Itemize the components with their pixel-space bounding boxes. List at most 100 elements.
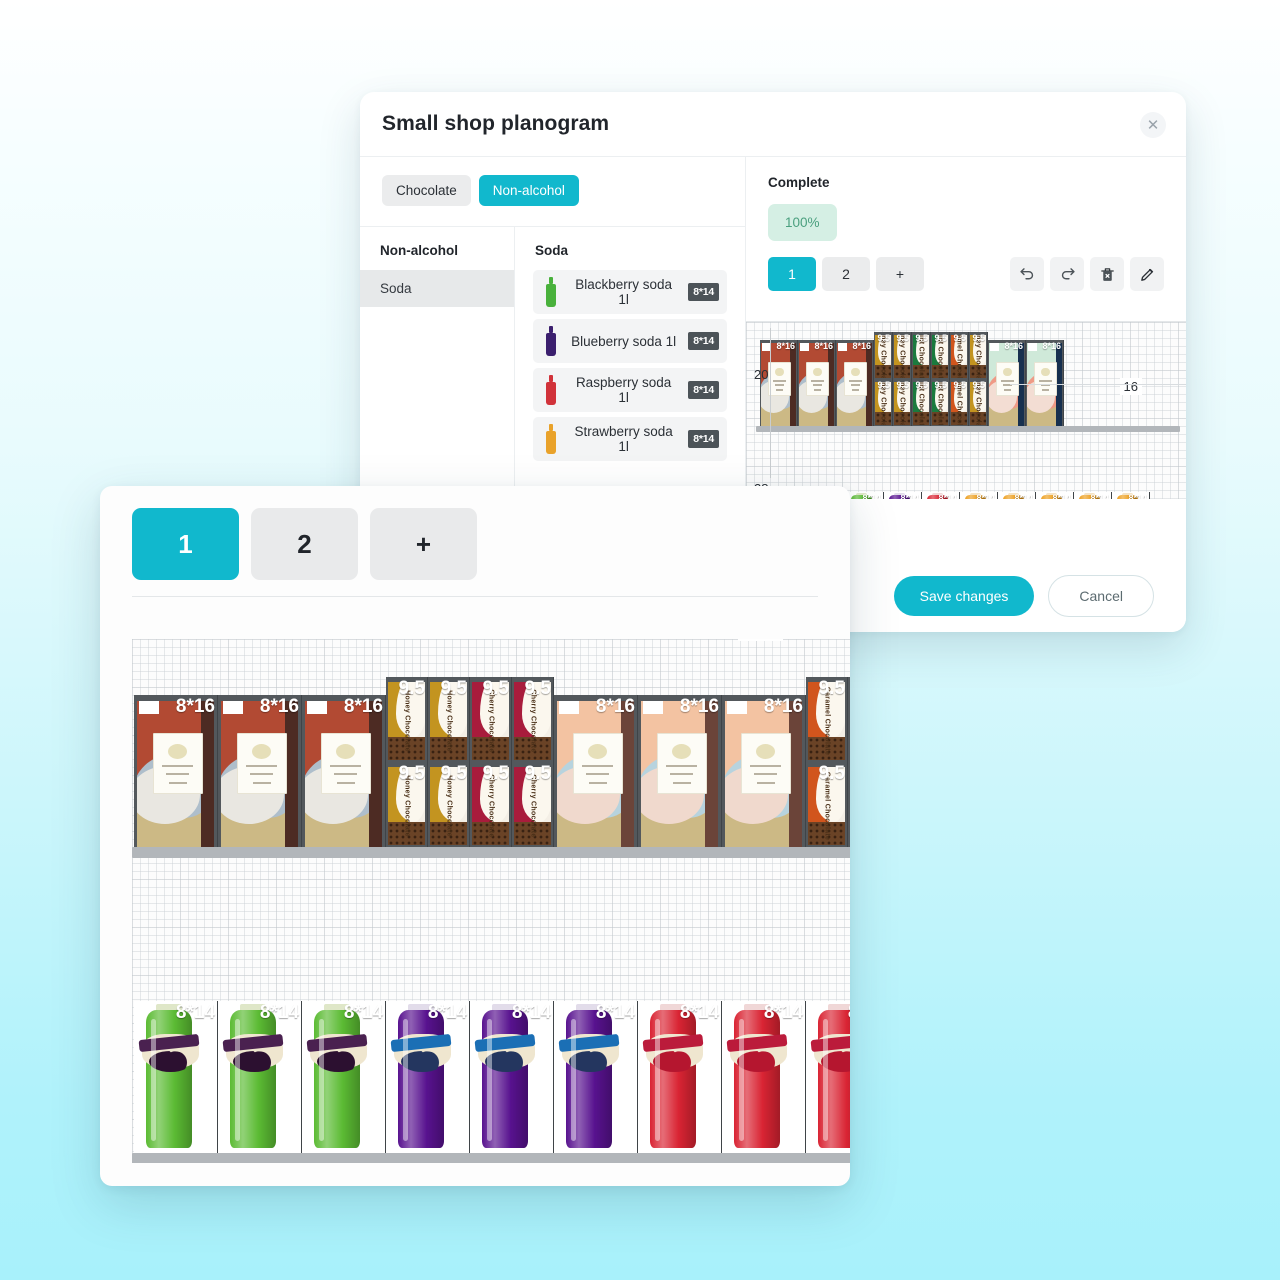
product-name: Blackberry soda 1l <box>575 277 672 307</box>
planogram-facing[interactable]: 9.5Caramel Chocolate <box>806 762 848 847</box>
planogram-facing[interactable]: 9.5 Honey Chocolate <box>893 332 912 379</box>
planogram-facing[interactable]: 8*14 <box>960 492 998 499</box>
bottle-icon <box>543 424 559 454</box>
planogram-canvas[interactable]: 1208*168*168*169.5Honey Chocolate9.5Hone… <box>132 639 850 1163</box>
list-item[interactable]: Blackberry soda 1l 8*14 <box>533 270 727 314</box>
planogram-facing[interactable]: 8*14 <box>722 1001 806 1153</box>
planogram-facing[interactable]: 8*14 <box>554 1001 638 1153</box>
planogram-facing[interactable]: 9.5 Honey Chocolate <box>428 677 470 762</box>
planogram-facing[interactable]: 9.5Caramel Chocolate <box>806 677 848 762</box>
editor-shelf-tab-add[interactable]: + <box>370 508 477 580</box>
bottle-icon <box>543 375 559 405</box>
tab-non-alcohol[interactable]: Non-alcohol <box>478 175 579 206</box>
planogram-facing[interactable]: 9.5 Cherry Chocolate <box>512 677 554 762</box>
redo-icon[interactable] <box>1050 257 1084 291</box>
planogram-facing[interactable]: 9.5 Honey Chocolate <box>874 332 893 379</box>
planogram-facing[interactable]: 8*14 <box>218 1001 302 1153</box>
planogram-facing[interactable]: 9.5Caramel Chocolate <box>950 379 969 426</box>
planogram-facing[interactable]: 9.5 Mint Chocolate <box>931 379 950 426</box>
planogram-facing[interactable]: 8*16 <box>638 695 722 847</box>
planogram-facing[interactable]: 8*14 <box>846 492 884 499</box>
planogram-facing[interactable]: 8*16 <box>988 340 1026 426</box>
shelf-tab-add[interactable]: + <box>876 257 924 291</box>
save-button[interactable]: Save changes <box>893 576 1035 616</box>
delete-icon[interactable] <box>1090 257 1124 291</box>
editor-shelf-tab-2[interactable]: 2 <box>251 508 358 580</box>
mini-planogram-canvas[interactable]: 8*16 8*16 8*16 9.5 Honey Chocolate 9.5 Honey C… <box>746 321 1186 499</box>
shelf-board <box>132 847 850 858</box>
shelf-tab-2[interactable]: 2 <box>822 257 870 291</box>
planogram-facing[interactable]: 9.5 Cherry Chocolate <box>470 762 512 847</box>
planogram-facing[interactable]: 8*14 <box>884 492 922 499</box>
edit-icon[interactable] <box>1130 257 1164 291</box>
planogram-facing[interactable]: 8*14 <box>386 1001 470 1153</box>
planogram-facing[interactable]: 8*14 <box>922 492 960 499</box>
product-artwork <box>641 701 718 847</box>
planogram-facing[interactable]: 9.5 Mint Chocolate <box>931 332 950 379</box>
planogram-facing[interactable]: 9.5 Honey Chocolate <box>386 762 428 847</box>
planogram-facing[interactable]: 9.5 Honey Chocolate <box>386 677 428 762</box>
planogram-facing[interactable]: 8*14 <box>1074 492 1112 499</box>
bottle-icon <box>543 277 559 307</box>
planogram-facing[interactable]: 8*16 <box>218 695 302 847</box>
product-artwork <box>761 343 796 426</box>
planogram-facing[interactable]: 8*16 <box>760 340 798 426</box>
tab-chocolate[interactable]: Chocolate <box>382 175 471 206</box>
planogram-facing[interactable]: 8*16 <box>554 695 638 847</box>
sidebar-item-soda[interactable]: Soda <box>360 270 514 307</box>
product-name: Strawberry soda 1l <box>574 424 673 454</box>
product-column-header: Soda <box>535 243 569 258</box>
planogram-facing[interactable]: 8*14 <box>998 492 1036 499</box>
editor-tools <box>1010 257 1164 291</box>
planogram-facing[interactable]: 9.5 Honey Chocolate <box>874 379 893 426</box>
product-name: Raspberry soda 1l <box>575 375 672 405</box>
planogram-editor-panel: 1 2 + 1208*168*168*169.5Honey Chocolate9… <box>100 486 850 1186</box>
planogram-facing[interactable]: 9.5 Honey Chocolate <box>893 379 912 426</box>
editor-shelf-tab-1[interactable]: 1 <box>132 508 239 580</box>
list-item[interactable]: Strawberry soda 1l 8*14 <box>533 417 727 461</box>
planogram-facing[interactable]: 9.5Caramel Chocolate <box>848 762 850 847</box>
list-item[interactable]: Raspberry soda 1l 8*14 <box>533 368 727 412</box>
list-item[interactable]: Blueberry soda 1l 8*14 <box>533 319 727 363</box>
planogram-facing[interactable]: 8*16 <box>302 695 386 847</box>
planogram-facing[interactable]: 9.5 Cherry Chocolate <box>470 677 512 762</box>
cancel-button[interactable]: Cancel <box>1048 575 1154 617</box>
mini-dimension-right-label: 16 <box>1119 378 1142 395</box>
planogram-canvas-wrap: 1208*168*168*169.5Honey Chocolate9.5Hone… <box>100 597 850 1177</box>
product-artwork <box>837 343 872 426</box>
planogram-facing[interactable]: 8*14 <box>1112 492 1150 499</box>
status-badge: 100% <box>768 204 837 241</box>
planogram-facing[interactable]: 9.5 Mint Chocolate <box>912 332 931 379</box>
planogram-facing[interactable]: 8*16 <box>722 695 806 847</box>
planogram-facing[interactable]: 8*14 <box>134 1001 218 1153</box>
planogram-facing[interactable]: 9.5Caramel Chocolate <box>950 332 969 379</box>
planogram-facing[interactable]: 8*14 <box>470 1001 554 1153</box>
planogram-facing[interactable]: 9.5 Mint Chocolate <box>912 379 931 426</box>
planogram-facing[interactable]: 8*14 <box>806 1001 850 1153</box>
size-badge: 8*14 <box>688 430 719 448</box>
planogram-facing[interactable]: 8*14 <box>1036 492 1074 499</box>
editor-shelf-tabs: 1 2 + <box>100 486 850 580</box>
product-artwork <box>137 701 214 847</box>
planogram-facing[interactable]: 8*14 <box>638 1001 722 1153</box>
planogram-facing[interactable]: 9.5 Honey Chocolate <box>969 332 988 379</box>
undo-icon[interactable] <box>1010 257 1044 291</box>
planogram-facing[interactable]: 9.5Caramel Chocolate <box>848 677 850 762</box>
product-artwork <box>725 701 802 847</box>
product-artwork <box>305 701 382 847</box>
product-name: Blueberry soda 1l <box>571 333 677 349</box>
planogram-facing[interactable]: 9.5 Honey Chocolate <box>428 762 470 847</box>
planogram-facing[interactable]: 8*16 <box>134 695 218 847</box>
product-artwork <box>557 701 634 847</box>
planogram-facing[interactable]: 9.5 Cherry Chocolate <box>512 762 554 847</box>
planogram-facing[interactable]: 8*16 <box>798 340 836 426</box>
planogram-facing[interactable]: 8*16 <box>836 340 874 426</box>
shelf-board <box>756 426 1180 432</box>
close-icon[interactable]: ✕ <box>1140 112 1166 138</box>
page-title: Small shop planogram <box>382 112 610 135</box>
shelf-tab-1[interactable]: 1 <box>768 257 816 291</box>
planogram-facing[interactable]: 8*14 <box>302 1001 386 1153</box>
planogram-facing[interactable]: 8*16 <box>1026 340 1064 426</box>
size-badge: 8*14 <box>688 332 719 350</box>
planogram-facing[interactable]: 9.5 Honey Chocolate <box>969 379 988 426</box>
